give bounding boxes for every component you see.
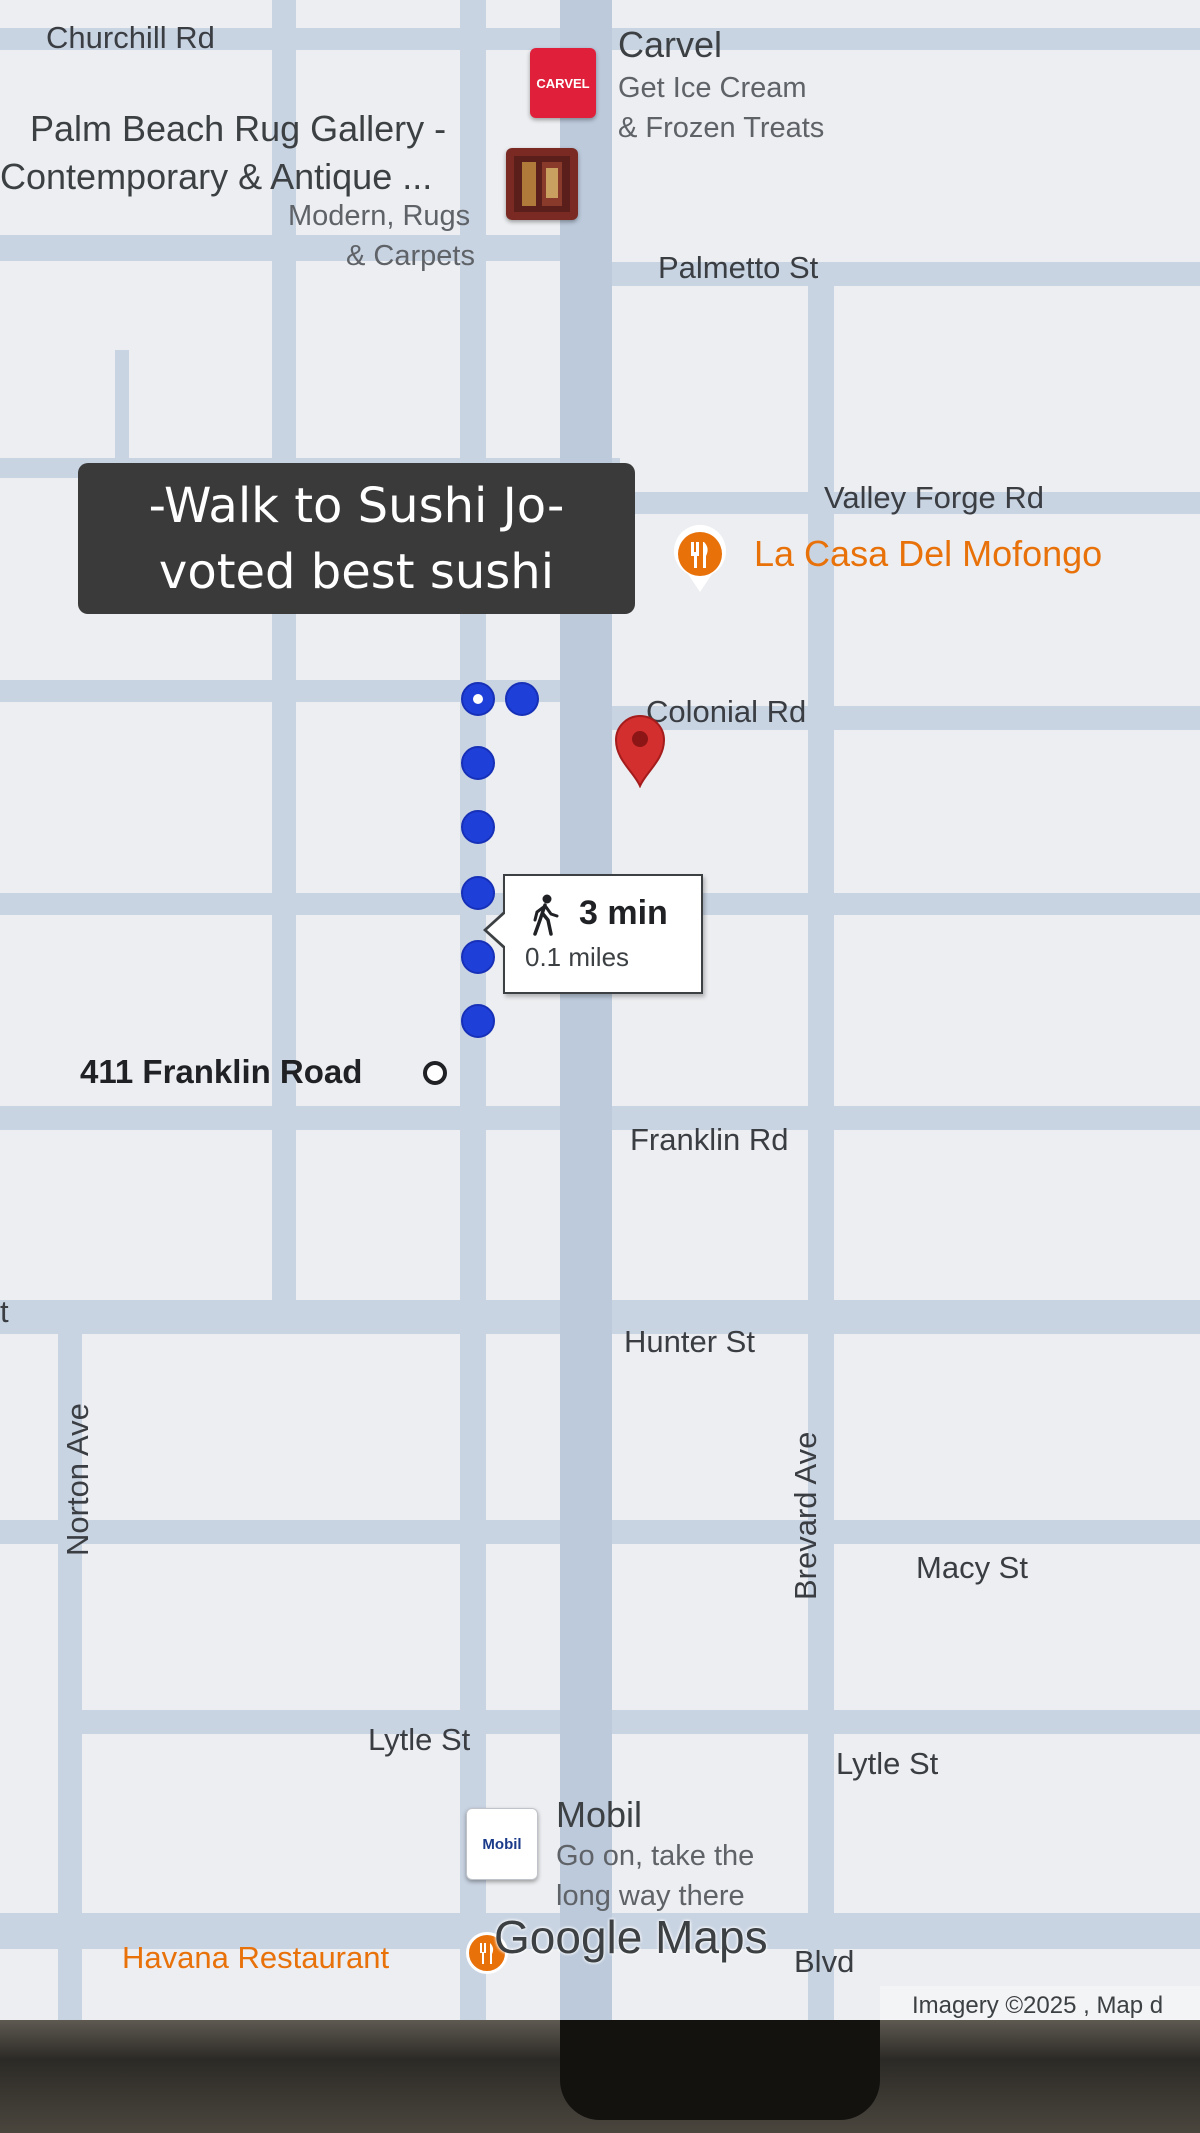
rug-gallery-subtitle-2: & Carpets (346, 240, 475, 272)
route-dot (461, 1004, 495, 1038)
caption-line-2: voted best sushi (158, 544, 555, 600)
rug-photo-icon (514, 156, 570, 212)
mobil-logo[interactable]: Mobil (466, 1808, 538, 1880)
label-franklin-rd: Franklin Rd (630, 1122, 789, 1157)
caption-overlay: -Walk to Sushi Jo- voted best sushi (78, 463, 635, 614)
road-stub-left (115, 350, 129, 460)
label-brevard-ave: Brevard Ave (788, 1431, 823, 1600)
walking-person-icon (531, 894, 559, 936)
label-palmetto-st: Palmetto St (658, 250, 819, 285)
mobil-logo-text: Mobil (482, 1835, 522, 1853)
destination-pin[interactable] (612, 712, 668, 789)
road-lytle (80, 1710, 1200, 1734)
road-brevard (808, 262, 834, 2020)
rug-gallery-name-1[interactable]: Palm Beach Rug Gallery - (30, 108, 446, 150)
la-casa-marker[interactable] (670, 524, 730, 594)
mobil-name[interactable]: Mobil (556, 1794, 642, 1836)
route-dot-start (461, 682, 495, 716)
label-colonial-rd: Colonial Rd (646, 694, 807, 729)
carvel-name[interactable]: Carvel (618, 24, 722, 66)
route-duration: 3 min (579, 894, 668, 932)
map-canvas[interactable]: CARVEL Carvel Get Ice Cream & Frozen Tre… (0, 0, 1200, 2020)
label-churchill-rd: Churchill Rd (46, 20, 215, 55)
google-maps-watermark: Google Maps (494, 1911, 768, 1963)
caption-line-1: -Walk to Sushi Jo- (148, 478, 565, 534)
label-valley-forge-rd: Valley Forge Rd (824, 480, 1044, 515)
route-dot (461, 876, 495, 910)
route-dot (505, 682, 539, 716)
la-casa-name[interactable]: La Casa Del Mofongo (754, 533, 1102, 575)
route-dot (461, 746, 495, 780)
label-edge-letter: t (0, 1294, 9, 1329)
attribution-text[interactable]: Imagery ©2025 , Map d (912, 1992, 1163, 2020)
carvel-logo-text: CARVEL (536, 75, 590, 91)
label-macy-st: Macy St (916, 1550, 1028, 1585)
label-hunter-st: Hunter St (624, 1324, 755, 1359)
havana-restaurant-name[interactable]: Havana Restaurant (122, 1940, 389, 1976)
route-dot (461, 810, 495, 844)
origin-label[interactable]: 411 Franklin Road (80, 1053, 362, 1091)
location-pin-icon (614, 715, 666, 789)
route-info-callout[interactable]: 3 min 0.1 miles (483, 874, 703, 994)
origin-marker[interactable] (423, 1061, 447, 1085)
rug-gallery-photo[interactable] (506, 148, 578, 220)
label-lytle-st-right: Lytle St (836, 1746, 939, 1781)
route-distance: 0.1 miles (525, 942, 630, 972)
rug-gallery-name-2[interactable]: Contemporary & Antique ... (0, 156, 432, 198)
screen-bezel (0, 2020, 1200, 2133)
dark-object (560, 2020, 880, 2120)
label-norton-ave: Norton Ave (60, 1403, 95, 1556)
road-main-avenue (560, 0, 612, 2020)
label-lytle-st-left: Lytle St (368, 1722, 471, 1757)
carvel-logo[interactable]: CARVEL (530, 48, 596, 118)
road-upper-band (0, 235, 600, 261)
carvel-subtitle-1: Get Ice Cream (618, 72, 807, 104)
mobil-subtitle-1: Go on, take the (556, 1840, 755, 1872)
rug-gallery-subtitle-1: Modern, Rugs (288, 200, 471, 232)
label-blvd: Blvd (794, 1944, 855, 1979)
fork-knife-icon (674, 524, 726, 592)
carvel-subtitle-2: & Frozen Treats (618, 112, 825, 144)
